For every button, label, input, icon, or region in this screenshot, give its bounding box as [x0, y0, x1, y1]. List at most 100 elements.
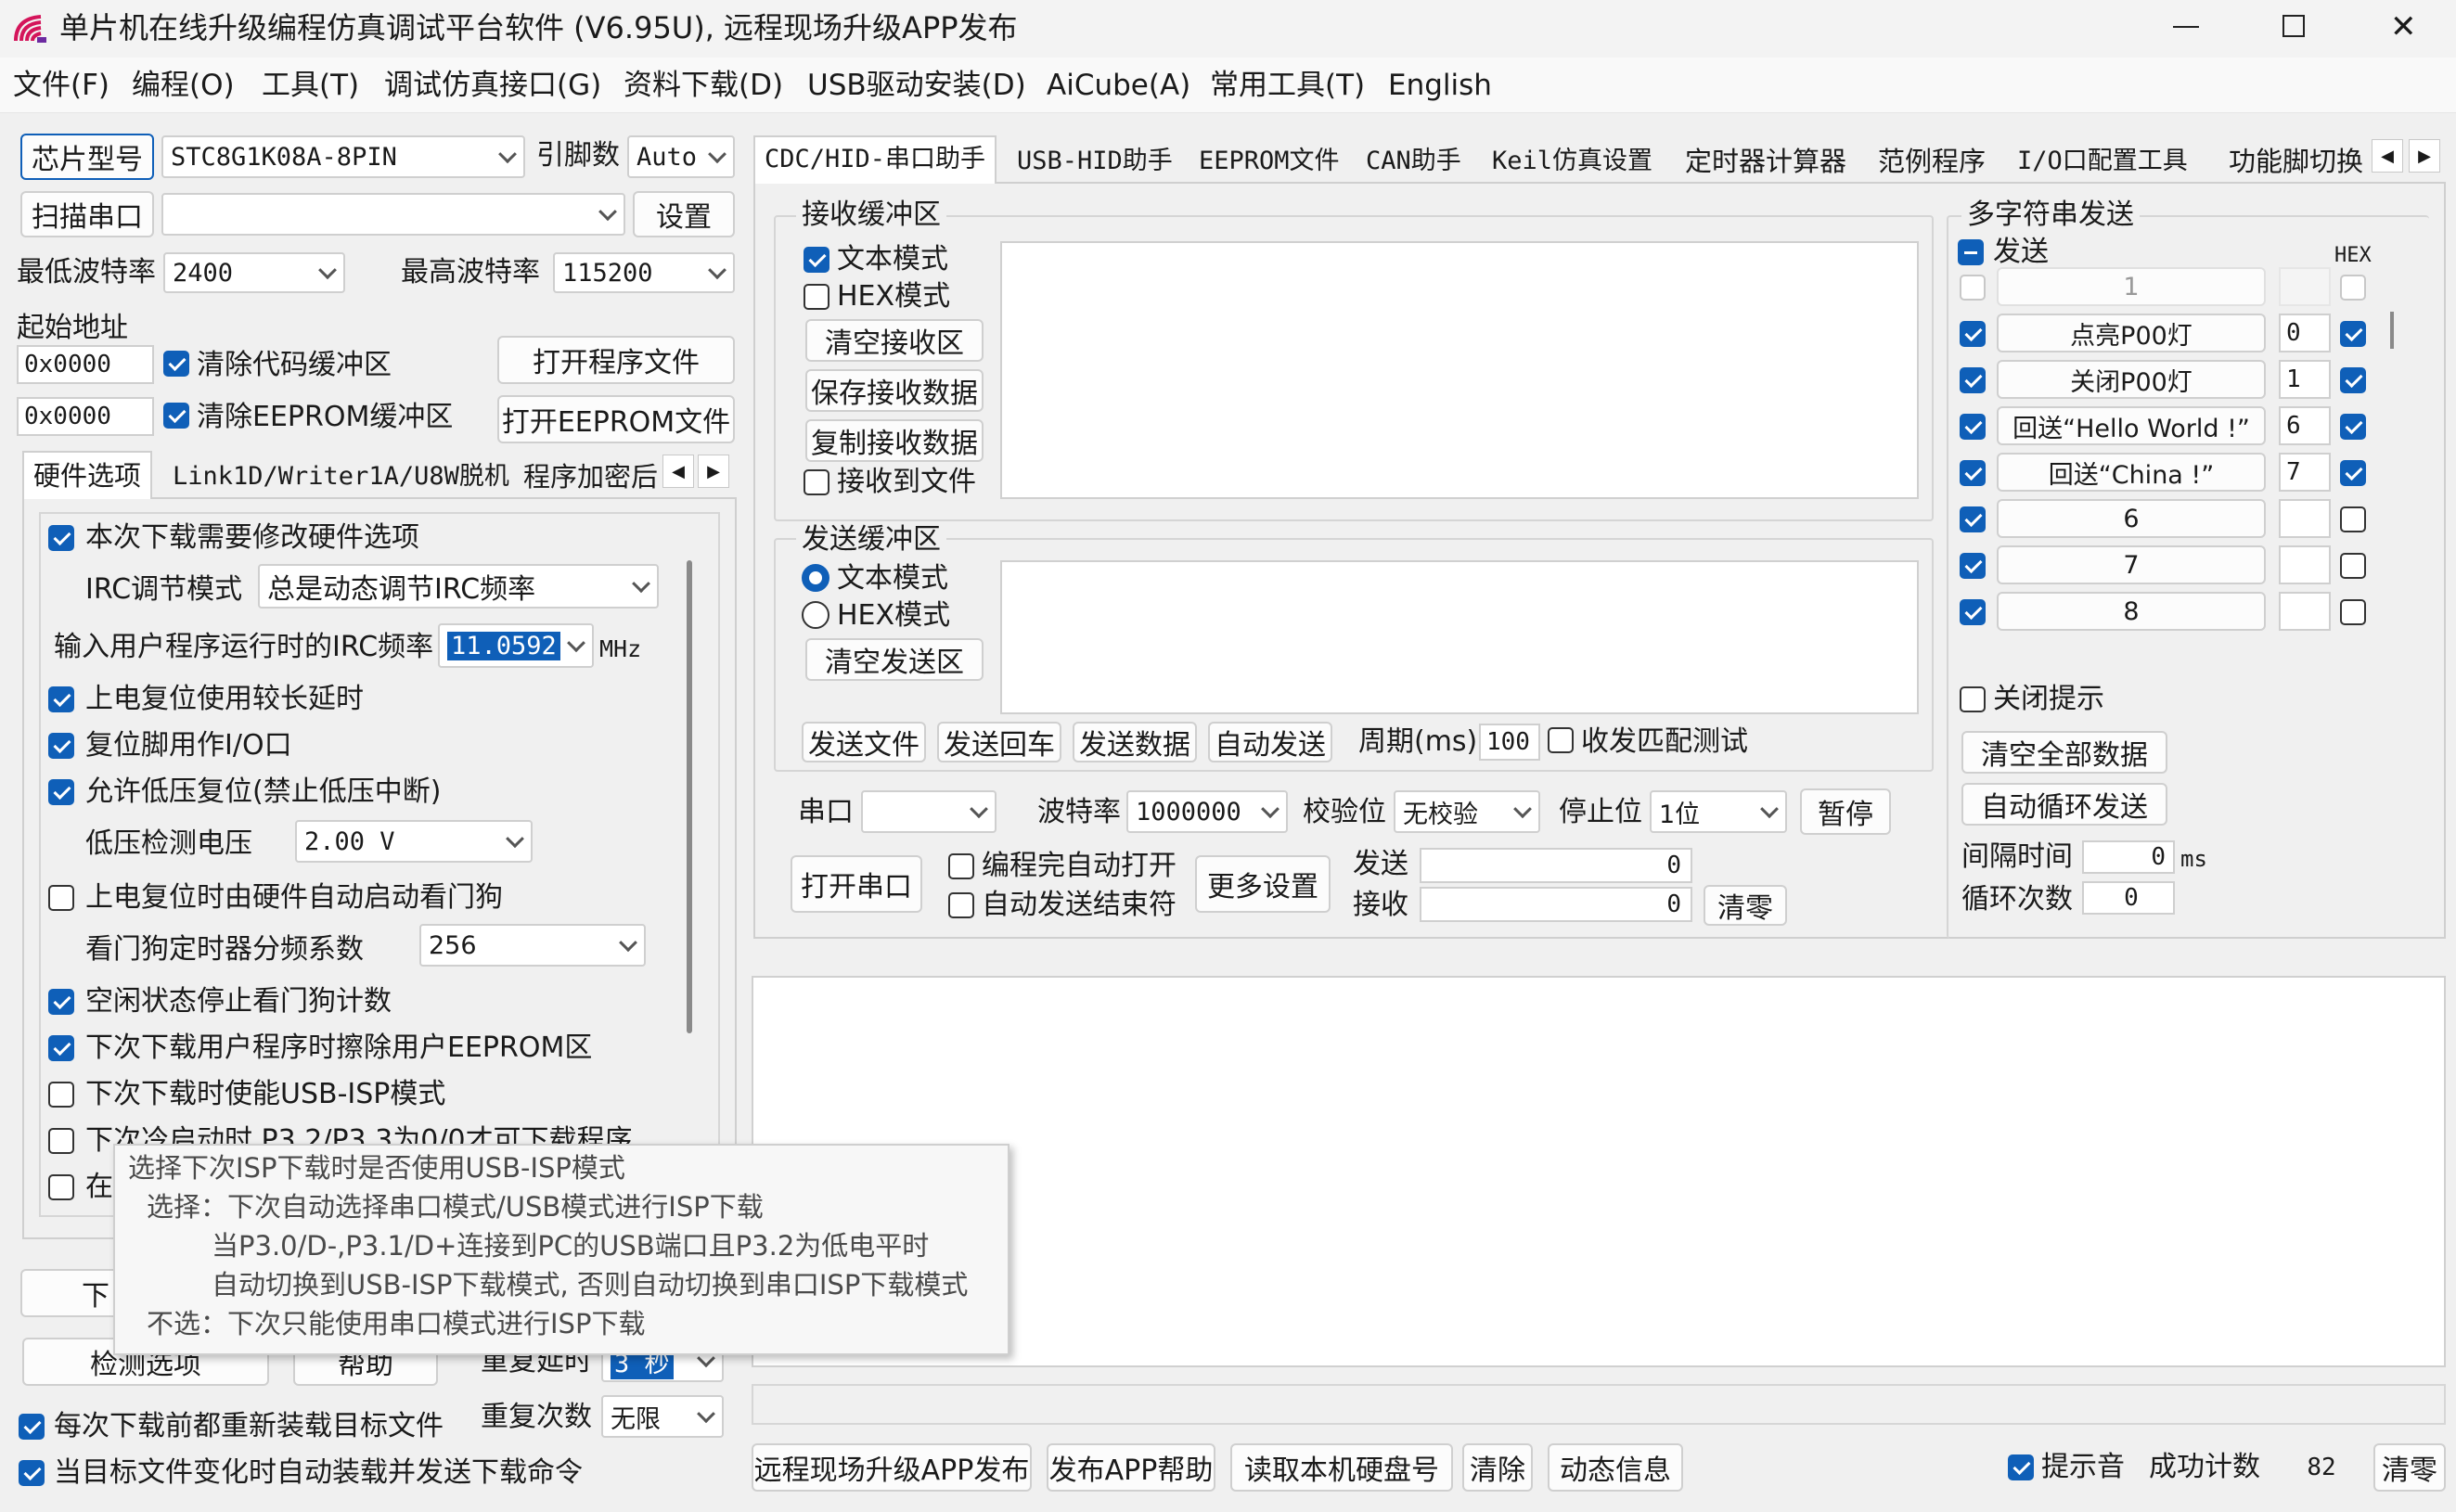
copy-receive-button[interactable]: 复制接收数据 [805, 419, 984, 462]
menu-aicube[interactable]: AiCube(A) [1047, 65, 1190, 106]
multi-row-send-checkbox[interactable] [1960, 460, 1986, 486]
multi-row-string-button[interactable]: 8 [1997, 592, 2266, 631]
tab-offline[interactable]: Link1D/Writer1A/U8W脱机 [163, 455, 519, 499]
tab-pin-switch[interactable]: 功能脚切换 [2219, 139, 2372, 184]
long-delay-checkbox[interactable] [48, 686, 74, 712]
menu-english[interactable]: English [1388, 65, 1492, 106]
match-test-checkbox[interactable] [1548, 727, 1574, 753]
auto-open-checkbox[interactable] [948, 853, 974, 879]
multi-row-send-checkbox[interactable] [1960, 506, 1986, 532]
send-cr-button[interactable]: 发送回车 [937, 722, 1061, 762]
tab-scroll-right-icon[interactable]: ▶ [698, 455, 729, 488]
period-input[interactable]: 100 [1479, 724, 1540, 761]
multi-send-all-checkbox[interactable] [1958, 239, 1984, 265]
multi-row-number-input[interactable] [2279, 499, 2331, 538]
multi-row-number-input[interactable]: 7 [2279, 453, 2331, 492]
usb-isp-checkbox[interactable] [48, 1082, 74, 1108]
send-textarea[interactable] [1000, 560, 1919, 714]
tab-can[interactable]: CAN助手 [1357, 139, 1471, 184]
multi-row-string-button[interactable]: 6 [1997, 499, 2266, 538]
multi-row-send-checkbox[interactable] [1960, 414, 1986, 440]
read-disk-id-button[interactable]: 读取本机硬盘号 [1230, 1443, 1453, 1492]
port-settings-button[interactable]: 设置 [633, 191, 735, 237]
auto-send-button[interactable]: 自动发送 [1208, 722, 1332, 762]
p32-checkbox[interactable] [48, 1128, 74, 1154]
option-row-10-checkbox[interactable] [48, 1174, 74, 1200]
max-baud-select[interactable]: 115200 [553, 252, 735, 293]
multi-row-send-checkbox[interactable] [1960, 275, 1986, 301]
min-baud-select[interactable]: 2400 [163, 252, 345, 293]
interval-input[interactable]: 0 [2082, 840, 2175, 874]
send-file-button[interactable]: 发送文件 [802, 722, 926, 762]
multi-row-hex-checkbox[interactable] [2340, 414, 2366, 440]
multi-row-hex-checkbox[interactable] [2340, 553, 2366, 579]
tab-examples[interactable]: 范例程序 [1869, 139, 1995, 184]
irc-mode-select[interactable]: 总是动态调节IRC频率 [258, 564, 659, 609]
multi-scrollbar[interactable] [2390, 312, 2394, 349]
auto-loop-send-button[interactable]: 自动循环发送 [1961, 783, 2167, 826]
close-tip-checkbox[interactable] [1960, 686, 1986, 712]
right-tab-scroll-right-icon[interactable]: ▶ [2409, 139, 2440, 173]
beep-checkbox[interactable] [2008, 1454, 2034, 1480]
open-port-button[interactable]: 打开串口 [791, 855, 922, 913]
clear-log-button[interactable]: 清除 [1462, 1443, 1533, 1492]
open-program-button[interactable]: 打开程序文件 [497, 336, 735, 384]
pause-button[interactable]: 暂停 [1800, 788, 1891, 835]
multi-row-number-input[interactable] [2279, 545, 2331, 584]
eeprom-address-input[interactable]: 0x0000 [17, 397, 154, 436]
multi-row-string-button[interactable]: 1 [1997, 267, 2266, 306]
baud-select[interactable]: 1000000 [1126, 790, 1288, 833]
reload-checkbox[interactable] [19, 1414, 45, 1440]
wdt-auto-checkbox[interactable] [48, 885, 74, 911]
menu-program[interactable]: 编程(O) [132, 65, 235, 106]
menu-tools[interactable]: 工具(T) [262, 65, 359, 106]
tab-io-config[interactable]: I/O口配置工具 [2008, 139, 2197, 184]
modify-hw-checkbox[interactable] [48, 525, 74, 551]
multi-row-string-button[interactable]: 点亮P00灯 [1997, 314, 2266, 352]
tab-timer-calc[interactable]: 定时器计算器 [1676, 139, 1856, 184]
multi-row-string-button[interactable]: 7 [1997, 545, 2266, 584]
send-data-button[interactable]: 发送数据 [1073, 722, 1197, 762]
multi-row-string-button[interactable]: 关闭P00灯 [1997, 360, 2266, 399]
reset-count-button[interactable]: 清零 [2373, 1443, 2446, 1492]
send-text-mode-radio[interactable] [802, 564, 829, 592]
tab-encrypt[interactable]: 程序加密后 [514, 455, 667, 499]
multi-row-hex-checkbox[interactable] [2340, 367, 2366, 393]
clear-receive-button[interactable]: 清空接收区 [805, 319, 984, 362]
tab-keil[interactable]: Keil仿真设置 [1483, 139, 1662, 184]
multi-row-string-button[interactable]: 回送“Hello World !” [1997, 406, 2266, 445]
recv-hex-mode-checkbox[interactable] [804, 284, 829, 310]
clear-send-button[interactable]: 清空发送区 [805, 638, 984, 681]
auto-send-checkbox[interactable] [19, 1460, 45, 1486]
clear-code-checkbox[interactable] [163, 351, 189, 377]
com-port-select[interactable] [161, 193, 625, 236]
repeat-count-select[interactable]: 无限 [601, 1395, 724, 1438]
irc-freq-select[interactable]: 11.0592 [438, 623, 594, 668]
clear-eeprom-checkbox[interactable] [163, 403, 189, 429]
options-scrollbar[interactable] [687, 560, 692, 1033]
lv-detect-select[interactable]: 2.00 V [295, 820, 533, 863]
multi-row-hex-checkbox[interactable] [2340, 506, 2366, 532]
more-settings-button[interactable]: 更多设置 [1195, 855, 1331, 913]
multi-row-string-button[interactable]: 回送“China !” [1997, 453, 2266, 492]
multi-row-number-input[interactable]: 1 [2279, 360, 2331, 399]
multi-row-number-input[interactable] [2279, 592, 2331, 631]
parity-select[interactable]: 无校验 [1394, 790, 1540, 833]
tab-usb-hid[interactable]: USB-HID助手 [1008, 139, 1182, 184]
save-receive-button[interactable]: 保存接收数据 [805, 369, 984, 412]
scan-port-button[interactable]: 扫描串口 [20, 191, 154, 237]
loop-count-input[interactable]: 0 [2082, 881, 2175, 915]
maximize-icon[interactable] [2282, 15, 2305, 37]
multi-row-hex-checkbox[interactable] [2340, 599, 2366, 625]
minimize-icon[interactable] [2173, 26, 2199, 28]
clear-all-data-button[interactable]: 清空全部数据 [1961, 731, 2167, 774]
menu-common-tools[interactable]: 常用工具(T) [1210, 65, 1365, 106]
close-icon[interactable]: ✕ [2390, 11, 2417, 43]
dynamic-info-button[interactable]: 动态信息 [1548, 1443, 1683, 1492]
multi-row-hex-checkbox[interactable] [2340, 275, 2366, 301]
menu-file[interactable]: 文件(F) [13, 65, 109, 106]
tab-scroll-left-icon[interactable]: ◀ [662, 455, 694, 488]
reset-io-checkbox[interactable] [48, 733, 74, 759]
multi-row-number-input[interactable]: 0 [2279, 314, 2331, 352]
open-eeprom-button[interactable]: 打开EEPROM文件 [497, 395, 735, 443]
